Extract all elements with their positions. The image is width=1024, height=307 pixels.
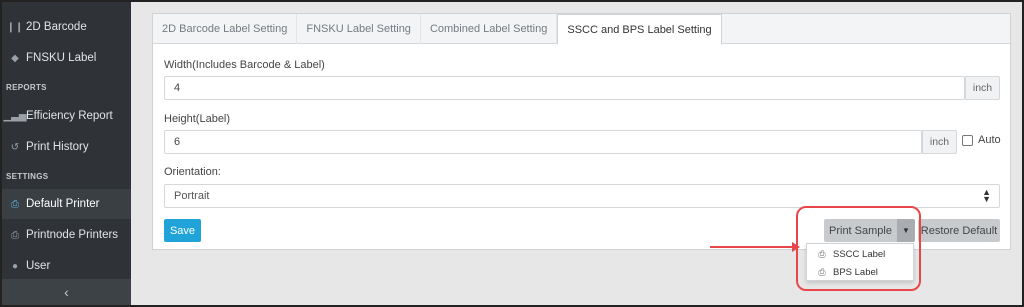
sidebar-item-label: Printnode Printers: [26, 229, 119, 241]
chevron-left-icon: ‹: [64, 284, 69, 300]
sidebar-item-label: Default Printer: [26, 198, 100, 210]
height-input[interactable]: 6: [164, 130, 922, 154]
sidebar-collapse-button[interactable]: ‹: [2, 279, 131, 305]
tab-sscc-bps-label-setting[interactable]: SSCC and BPS Label Setting: [557, 14, 722, 45]
orientation-selected-value: Portrait: [174, 190, 210, 202]
sidebar-item-efficiency-report[interactable]: ▁▃▅ Efficiency Report: [2, 101, 131, 131]
highlight-annotation: [796, 206, 921, 291]
sidebar-item-fnsku-label[interactable]: ◆ FNSKU Label: [2, 43, 131, 73]
user-icon: ●: [11, 260, 19, 272]
section-heading-reports: REPORTS: [6, 83, 47, 92]
tag-icon: ◆: [11, 52, 19, 64]
auto-checkbox-label: Auto: [978, 134, 1001, 146]
printer-icon: ⎙: [11, 198, 19, 210]
sidebar-item-label: User: [26, 260, 51, 272]
checkbox-box[interactable]: [962, 134, 973, 146]
arrow-annotation: [710, 246, 798, 248]
height-label: Height(Label): [164, 113, 231, 125]
orientation-select[interactable]: Portrait ▲ ▼: [164, 184, 1000, 208]
sidebar-item-default-printer[interactable]: ⎙ Default Printer: [2, 189, 131, 219]
width-label: Width(Includes Barcode & Label): [164, 59, 325, 71]
sidebar-item-print-history[interactable]: ↺ Print History: [2, 132, 131, 162]
sidebar-item-user[interactable]: ● User: [2, 251, 131, 281]
restore-default-button[interactable]: Restore Default: [918, 219, 1000, 242]
auto-checkbox[interactable]: Auto: [962, 134, 1001, 146]
barcode-icon: ❙❙: [6, 21, 24, 33]
sort-caret-icon: ▲ ▼: [982, 187, 991, 204]
save-button[interactable]: Save: [164, 219, 201, 242]
history-icon: ↺: [10, 141, 20, 153]
sidebar: ❙❙ 2D Barcode ◆ FNSKU Label REPORTS ▁▃▅ …: [2, 2, 131, 305]
sidebar-item-label: 2D Barcode: [26, 21, 87, 33]
tab-2d-barcode-label-setting[interactable]: 2D Barcode Label Setting: [153, 14, 298, 44]
height-unit: inch: [922, 130, 957, 154]
tab-bar: 2D Barcode Label Setting FNSKU Label Set…: [153, 14, 1010, 45]
printer-icon: ⎙: [11, 229, 19, 241]
chart-icon: ▁▃▅: [3, 110, 27, 122]
sidebar-item-label: Print History: [26, 141, 89, 153]
section-heading-settings: SETTINGS: [6, 172, 49, 181]
sidebar-item-label: Efficiency Report: [26, 110, 113, 122]
width-unit: inch: [965, 76, 1000, 100]
sidebar-item-printnode-printers[interactable]: ⎙ Printnode Printers: [2, 220, 131, 250]
sidebar-item-label: FNSKU Label: [26, 52, 97, 64]
tab-fnsku-label-setting[interactable]: FNSKU Label Setting: [297, 14, 421, 44]
tab-combined-label-setting[interactable]: Combined Label Setting: [421, 14, 558, 44]
arrow-head-icon: [792, 242, 800, 252]
sidebar-item-2d-barcode[interactable]: ❙❙ 2D Barcode: [2, 12, 131, 42]
orientation-label: Orientation:: [164, 166, 221, 178]
width-input[interactable]: 4: [164, 76, 965, 100]
